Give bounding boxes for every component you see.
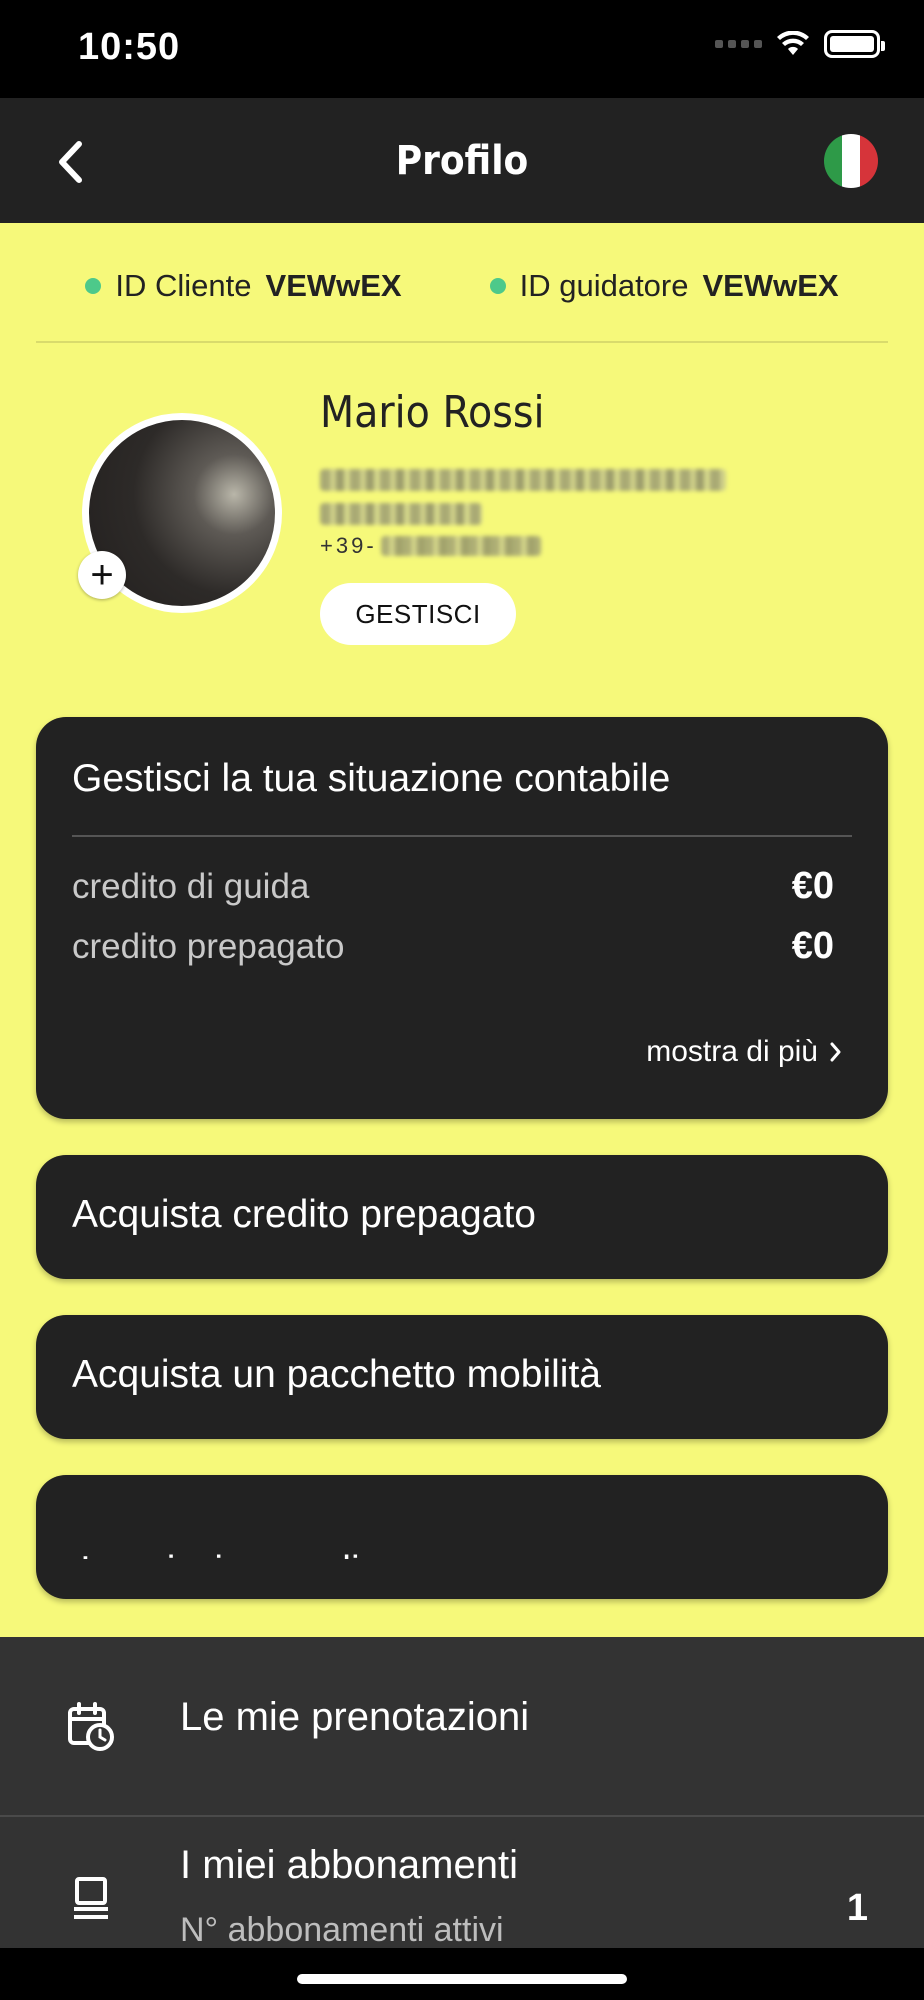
menu-item-bookings[interactable]: Le mie prenotazioni — [0, 1637, 924, 1817]
action-label: Acquista credito prepagato — [72, 1193, 536, 1236]
credit-label: credito prepagato — [72, 926, 345, 966]
credit-value: €0 — [791, 925, 834, 967]
credit-value: €0 — [791, 865, 834, 907]
show-more-link[interactable]: mostra di più — [646, 1035, 842, 1069]
prepaid-credit-row: credito prepagato €0 — [72, 925, 834, 968]
driving-credit-row: credito di guida €0 — [72, 865, 834, 908]
home-indicator[interactable] — [297, 1974, 627, 1984]
menu-item-label: I miei abbonamenti — [180, 1843, 518, 1887]
phone-number: +39- — [320, 533, 541, 559]
phone-prefix: +39- — [320, 533, 377, 558]
chevron-right-icon — [830, 1042, 841, 1062]
action-label: Acquista un pacchetto mobilità — [72, 1353, 601, 1396]
battery-icon — [824, 30, 885, 58]
status-dot — [85, 278, 102, 294]
driver-id: ID guidatore VEWwEX — [489, 261, 839, 311]
client-id-label: ID Cliente — [115, 268, 252, 303]
language-flag-button[interactable] — [824, 134, 878, 188]
status-dot — [489, 278, 506, 294]
manage-profile-button[interactable]: GESTISCI — [320, 583, 516, 645]
show-more-label: mostra di più — [646, 1035, 818, 1068]
client-id: ID Cliente VEWwEX — [85, 261, 402, 311]
driver-id-value: VEWwEX — [702, 268, 839, 303]
divider — [36, 341, 888, 343]
client-id-value: VEWwEX — [265, 268, 402, 303]
blurred-email — [320, 469, 726, 491]
menu-item-label: Le mie prenotazioni — [180, 1695, 530, 1739]
blurred-detail — [320, 503, 482, 525]
action-label: Inserisci un codice coupon — [80, 1549, 540, 1559]
ids-row: ID Cliente VEWwEX ID guidatore VEWwEX — [0, 261, 924, 311]
signal-icon — [715, 40, 762, 48]
buy-mobility-package-button[interactable]: Acquista un pacchetto mobilità — [36, 1315, 888, 1439]
subscriptions-count: 1 — [846, 1887, 868, 1929]
profile-section: ID Cliente VEWwEX ID guidatore VEWwEX + … — [0, 223, 924, 1637]
status-bar: 10:50 — [0, 0, 924, 98]
user-name: Mario Rossi — [320, 387, 545, 438]
wifi-icon — [777, 31, 809, 55]
subscriptions-sublabel: N° abbonamenti attivi — [180, 1911, 504, 1949]
driver-id-label: ID guidatore — [519, 268, 689, 303]
home-indicator-area — [0, 1948, 924, 2000]
laptop-icon — [74, 1877, 108, 1919]
account-card-title: Gestisci la tua situazione contabile — [72, 757, 671, 800]
blurred-phone — [380, 536, 541, 556]
avatar[interactable]: + — [78, 413, 282, 613]
page-title: Profilo — [395, 138, 529, 184]
divider — [72, 835, 852, 837]
buy-prepaid-credit-button[interactable]: Acquista credito prepagato — [36, 1155, 888, 1279]
menu-list: Le mie prenotazioni I miei abbonamenti N… — [0, 1637, 924, 1949]
add-photo-button[interactable]: + — [78, 551, 126, 599]
status-time: 10:50 — [78, 26, 181, 68]
account-card: Gestisci la tua situazione contabile cre… — [36, 717, 888, 1119]
nav-bar: Profilo — [0, 98, 924, 223]
credit-label: credito di guida — [72, 866, 310, 906]
calendar-clock-icon — [68, 1702, 114, 1751]
enter-coupon-button[interactable]: Inserisci un codice coupon — [36, 1475, 888, 1599]
status-icons — [715, 30, 885, 58]
